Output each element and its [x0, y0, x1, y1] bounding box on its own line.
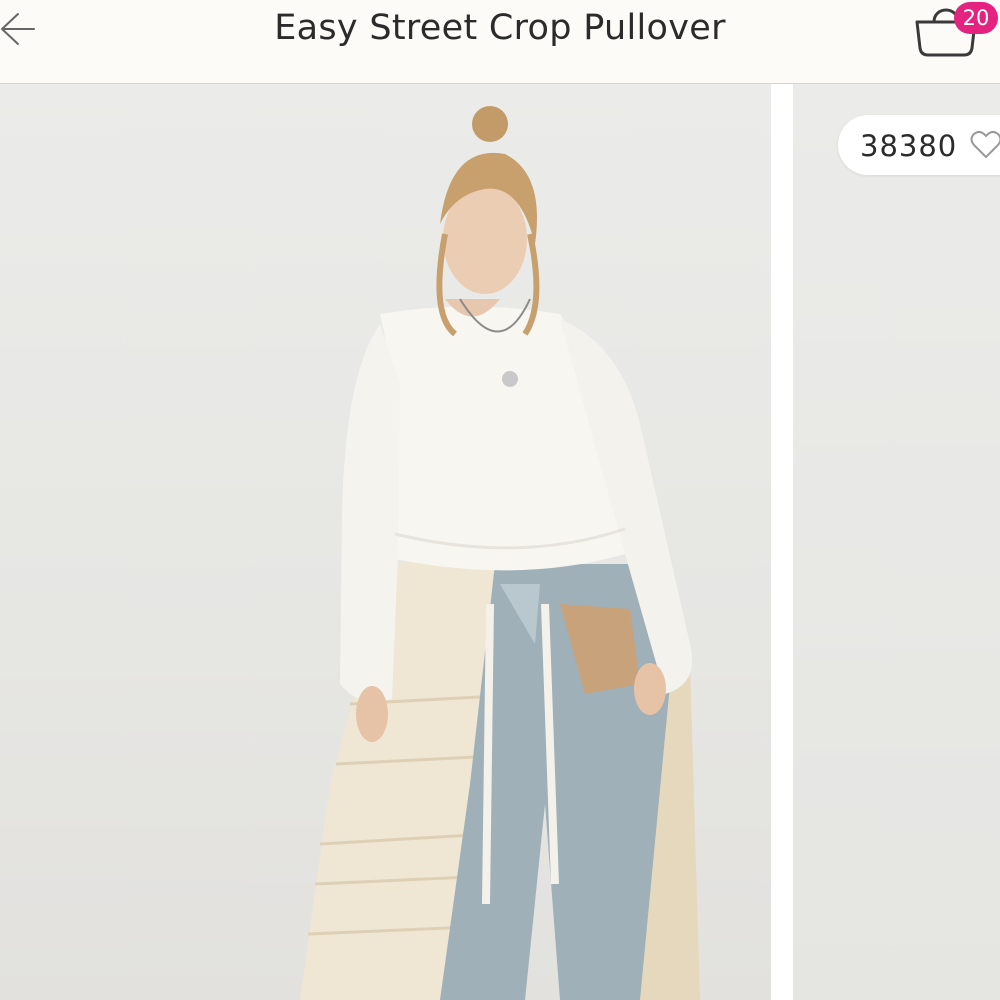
gallery-gap — [771, 84, 793, 1000]
product-image[interactable] — [0, 84, 771, 1000]
favorite-count: 38380 — [860, 129, 958, 163]
favorite-pill[interactable]: 38380 — [838, 115, 1000, 175]
top-nav-bar: Easy Street Crop Pullover 20 — [0, 0, 1000, 84]
page-title: Easy Street Crop Pullover — [274, 8, 726, 48]
cart-count-badge: 20 — [954, 2, 998, 34]
heart-outline-icon[interactable] — [970, 130, 1000, 160]
next-product-image[interactable] — [793, 84, 1000, 1000]
product-image-gallery[interactable] — [0, 84, 1000, 1000]
model-photo — [300, 106, 700, 1000]
